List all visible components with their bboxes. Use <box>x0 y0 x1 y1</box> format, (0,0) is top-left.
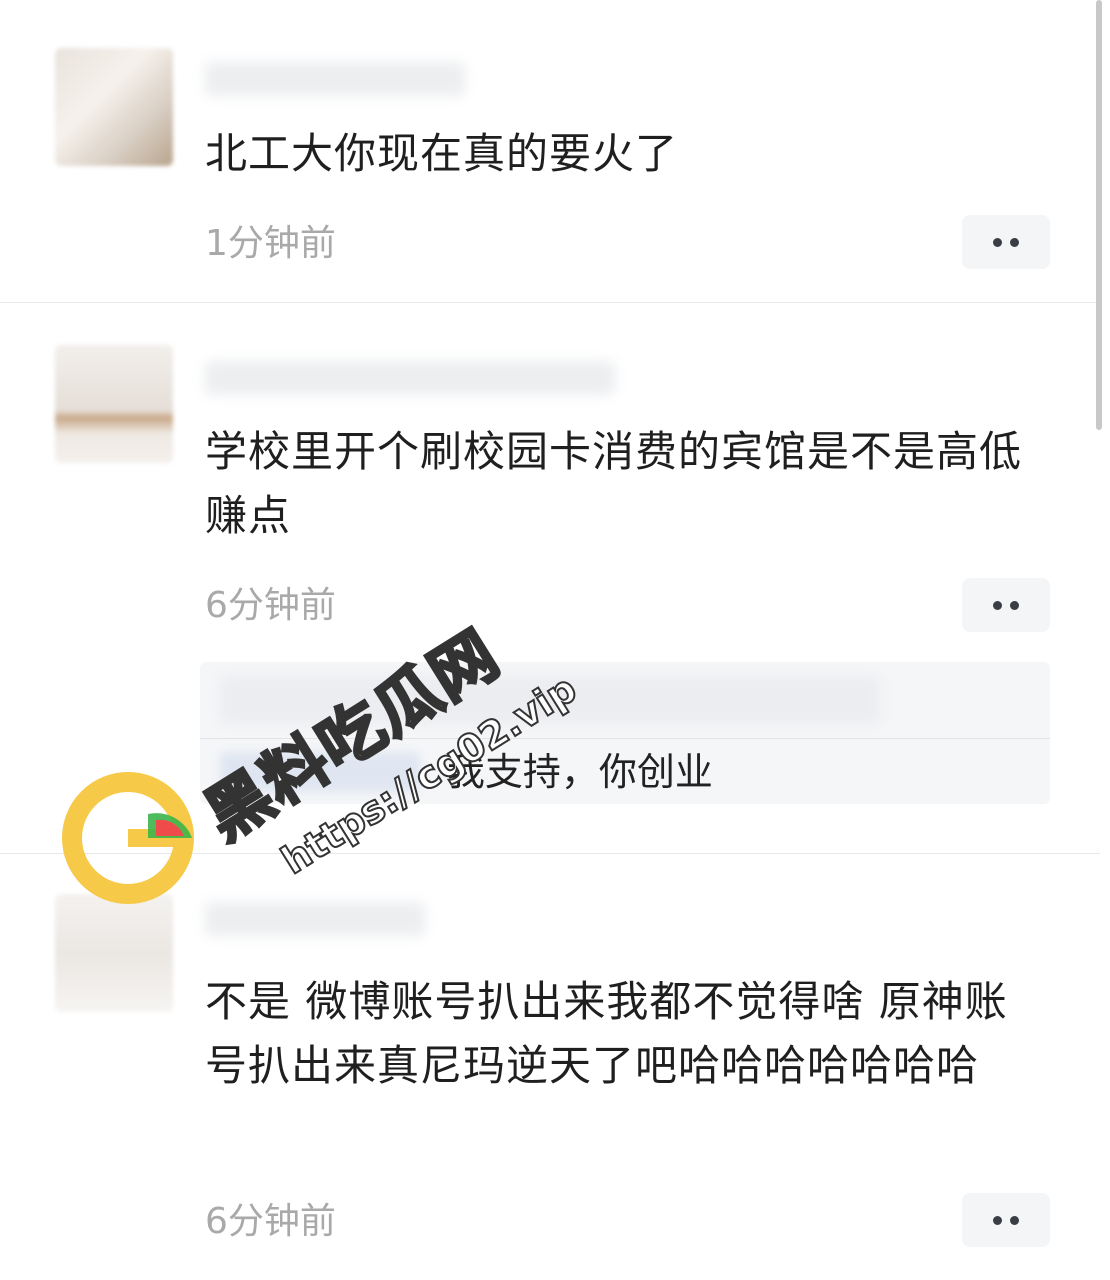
more-button[interactable] <box>962 215 1050 269</box>
reply-content: 我支持，你创业 <box>446 750 713 794</box>
avatar[interactable] <box>55 345 173 463</box>
reply-preview[interactable]: : 我支持，你创业 <box>200 662 1050 804</box>
username-blurred[interactable] <box>205 62 465 96</box>
more-dot-icon <box>993 600 1002 610</box>
comment-text: 不是 微博账号扒出来我都不觉得啥 原神账号扒出来真尼玛逆天了吧哈哈哈哈哈哈哈 <box>205 977 1008 1090</box>
reply-separator: : <box>422 750 447 794</box>
more-button[interactable] <box>962 578 1050 632</box>
username-blurred[interactable] <box>205 902 425 936</box>
more-dot-icon <box>1010 600 1019 610</box>
scrollbar[interactable] <box>1096 0 1102 430</box>
reply-divider <box>200 738 1050 739</box>
comment-item: 北工大你现在真的要火了 1分钟前 <box>0 0 1100 302</box>
comment-time: 1分钟前 <box>205 223 336 264</box>
username-blurred[interactable] <box>205 361 615 395</box>
comment-text: 学校里开个刷校园卡消费的宾馆是不是高低赚点 <box>205 427 1023 540</box>
avatar[interactable] <box>55 894 173 1012</box>
comment-time: 6分钟前 <box>205 1201 336 1242</box>
more-dot-icon <box>1010 237 1019 247</box>
more-dot-icon <box>1010 1215 1019 1225</box>
more-dot-icon <box>993 1215 1002 1225</box>
reply-blurred-content <box>220 676 880 724</box>
comment-time: 6分钟前 <box>205 585 336 626</box>
avatar[interactable] <box>55 48 173 166</box>
reply-text: : 我支持，你创业 <box>422 748 713 796</box>
more-dot-icon <box>993 237 1002 247</box>
reply-username-blurred[interactable] <box>220 752 420 792</box>
comment-text: 北工大你现在真的要火了 <box>205 129 679 178</box>
more-button[interactable] <box>962 1193 1050 1247</box>
